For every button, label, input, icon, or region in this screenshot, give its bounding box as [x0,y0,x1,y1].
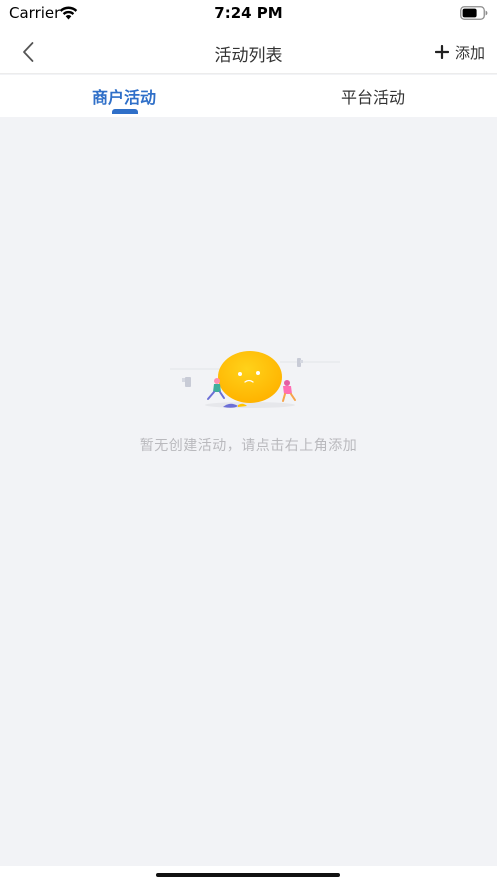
tab-label: 平台活动 [340,88,405,107]
page-title: 活动列表 [214,46,283,66]
status-bar: Carrier 7:24 PM [0,0,497,28]
tab-bar: 商户活动 平台活动 [0,75,497,117]
home-indicator [156,873,340,877]
add-label: 添加 [454,43,485,62]
plus-icon [434,45,449,59]
battery-icon [460,6,488,20]
add-button[interactable]: 添加 [434,41,485,63]
status-time: 7:24 PM [214,4,283,22]
navigation-bar: 活动列表 添加 [0,28,497,74]
tab-platform-activities[interactable]: 平台活动 [249,75,497,117]
active-tab-indicator [112,109,138,114]
activity-list-content: 暂无创建活动，请点击右上角添加 [0,117,497,866]
tab-label: 商户活动 [91,88,156,107]
sad-face-illustration [170,351,340,408]
home-indicator-area [0,866,497,883]
empty-state-message: 暂无创建活动，请点击右上角添加 [139,438,358,454]
